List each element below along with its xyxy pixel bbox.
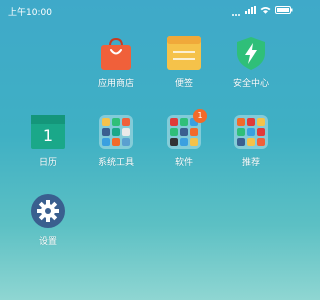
app-security[interactable]: 安全中心 — [216, 36, 286, 89]
app-notes[interactable]: 便签 — [149, 36, 219, 89]
battery-icon — [275, 6, 293, 14]
wifi-icon — [260, 6, 271, 14]
app-label: 设置 — [38, 237, 57, 247]
notification-badge: 1 — [193, 109, 207, 123]
calendar-date: 1 — [42, 126, 54, 145]
folder-icon — [99, 115, 133, 149]
status-bar: 上午10:00 — [0, 0, 300, 22]
app-label: 日历 — [38, 158, 57, 168]
calendar-icon: 1 — [31, 115, 65, 149]
app-label: 安全中心 — [232, 79, 269, 89]
status-icons — [232, 5, 293, 16]
gear-icon — [31, 194, 65, 228]
status-time: 上午10:00 — [8, 8, 52, 18]
shopping-bag-icon — [99, 36, 133, 70]
shield-bolt-icon — [234, 36, 268, 70]
folder-icon: 1 — [167, 109, 207, 149]
folder-software[interactable]: 1 软件 — [149, 109, 219, 168]
app-label: 便签 — [174, 79, 193, 89]
folder-icon — [234, 115, 268, 149]
app-store[interactable]: 应用商店 — [81, 36, 151, 89]
app-calendar[interactable]: 1 日历 — [13, 115, 83, 168]
folder-recommend[interactable]: 推荐 — [216, 115, 286, 168]
app-label: 应用商店 — [97, 79, 134, 89]
app-label: 系统工具 — [97, 158, 134, 168]
app-label: 软件 — [174, 158, 193, 168]
folder-system-tools[interactable]: 系统工具 — [81, 115, 151, 168]
more-dots-icon — [232, 1, 241, 20]
signal-icon — [245, 6, 256, 14]
app-settings[interactable]: 设置 — [13, 194, 83, 247]
app-label: 推荐 — [241, 158, 260, 168]
notepad-icon — [167, 36, 201, 70]
